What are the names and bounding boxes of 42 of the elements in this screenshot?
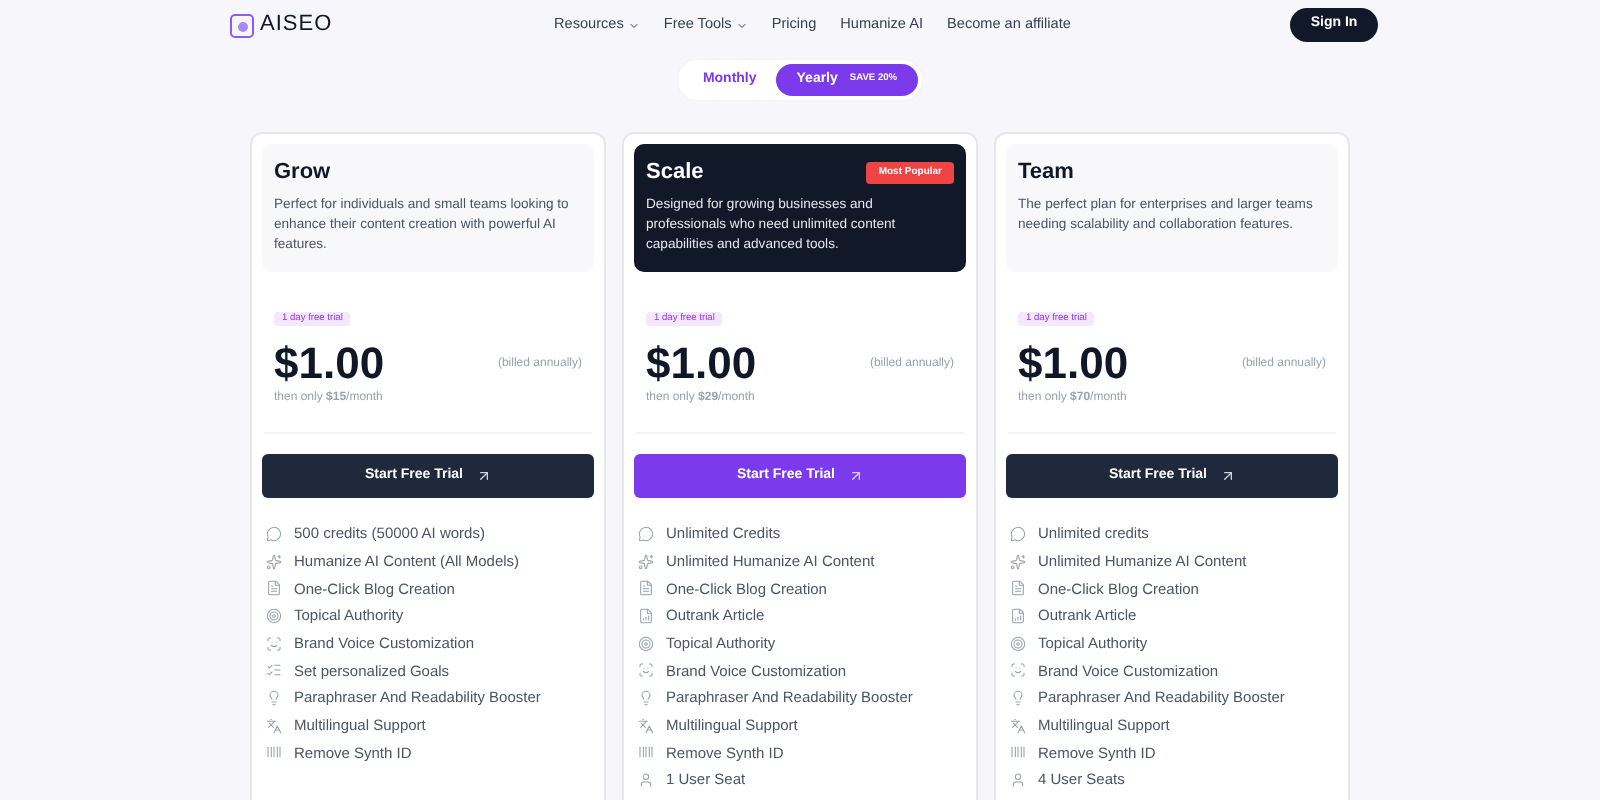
barcode-icon (1010, 744, 1026, 761)
chat-icon (1010, 525, 1026, 542)
plan-name: Team (1018, 158, 1074, 188)
face-scan-icon (1010, 662, 1026, 679)
document-icon (638, 580, 654, 597)
user-icon (638, 772, 654, 789)
logo-text: AISEO (260, 10, 333, 41)
lightbulb-icon (266, 689, 282, 706)
barcode-icon (638, 744, 654, 761)
translate-icon (638, 717, 654, 734)
chat-icon (266, 525, 282, 542)
target-icon (1010, 635, 1026, 652)
lightbulb-icon (1010, 689, 1026, 706)
translate-icon (1010, 717, 1026, 734)
face-scan-icon (266, 635, 282, 652)
translate-icon (266, 717, 282, 734)
price: $1.00 (274, 338, 385, 390)
report-icon (638, 607, 654, 624)
plan-name: Scale (646, 158, 704, 188)
arrow-icon (1219, 468, 1236, 484)
sparkles-icon (638, 553, 654, 570)
chevron-down-icon (627, 19, 640, 31)
lightbulb-icon (638, 689, 654, 706)
document-icon (266, 580, 282, 597)
document-icon (1010, 580, 1026, 597)
plan-name: Grow (274, 158, 331, 188)
barcode-icon (266, 744, 282, 761)
target-icon (638, 635, 654, 652)
logo-icon (230, 13, 254, 37)
price: $1.00 (646, 338, 757, 390)
sparkles-icon (266, 553, 282, 570)
chevron-down-icon (735, 19, 748, 31)
arrow-icon (847, 468, 864, 484)
face-scan-icon (638, 662, 654, 679)
arrow-icon (475, 468, 492, 484)
report-icon (1010, 607, 1026, 624)
chat-icon (638, 525, 654, 542)
user-icon (1010, 772, 1026, 789)
target-icon (266, 607, 282, 624)
sparkles-icon (1010, 553, 1026, 570)
price: $1.00 (1018, 338, 1129, 390)
checklist-icon (266, 662, 282, 679)
